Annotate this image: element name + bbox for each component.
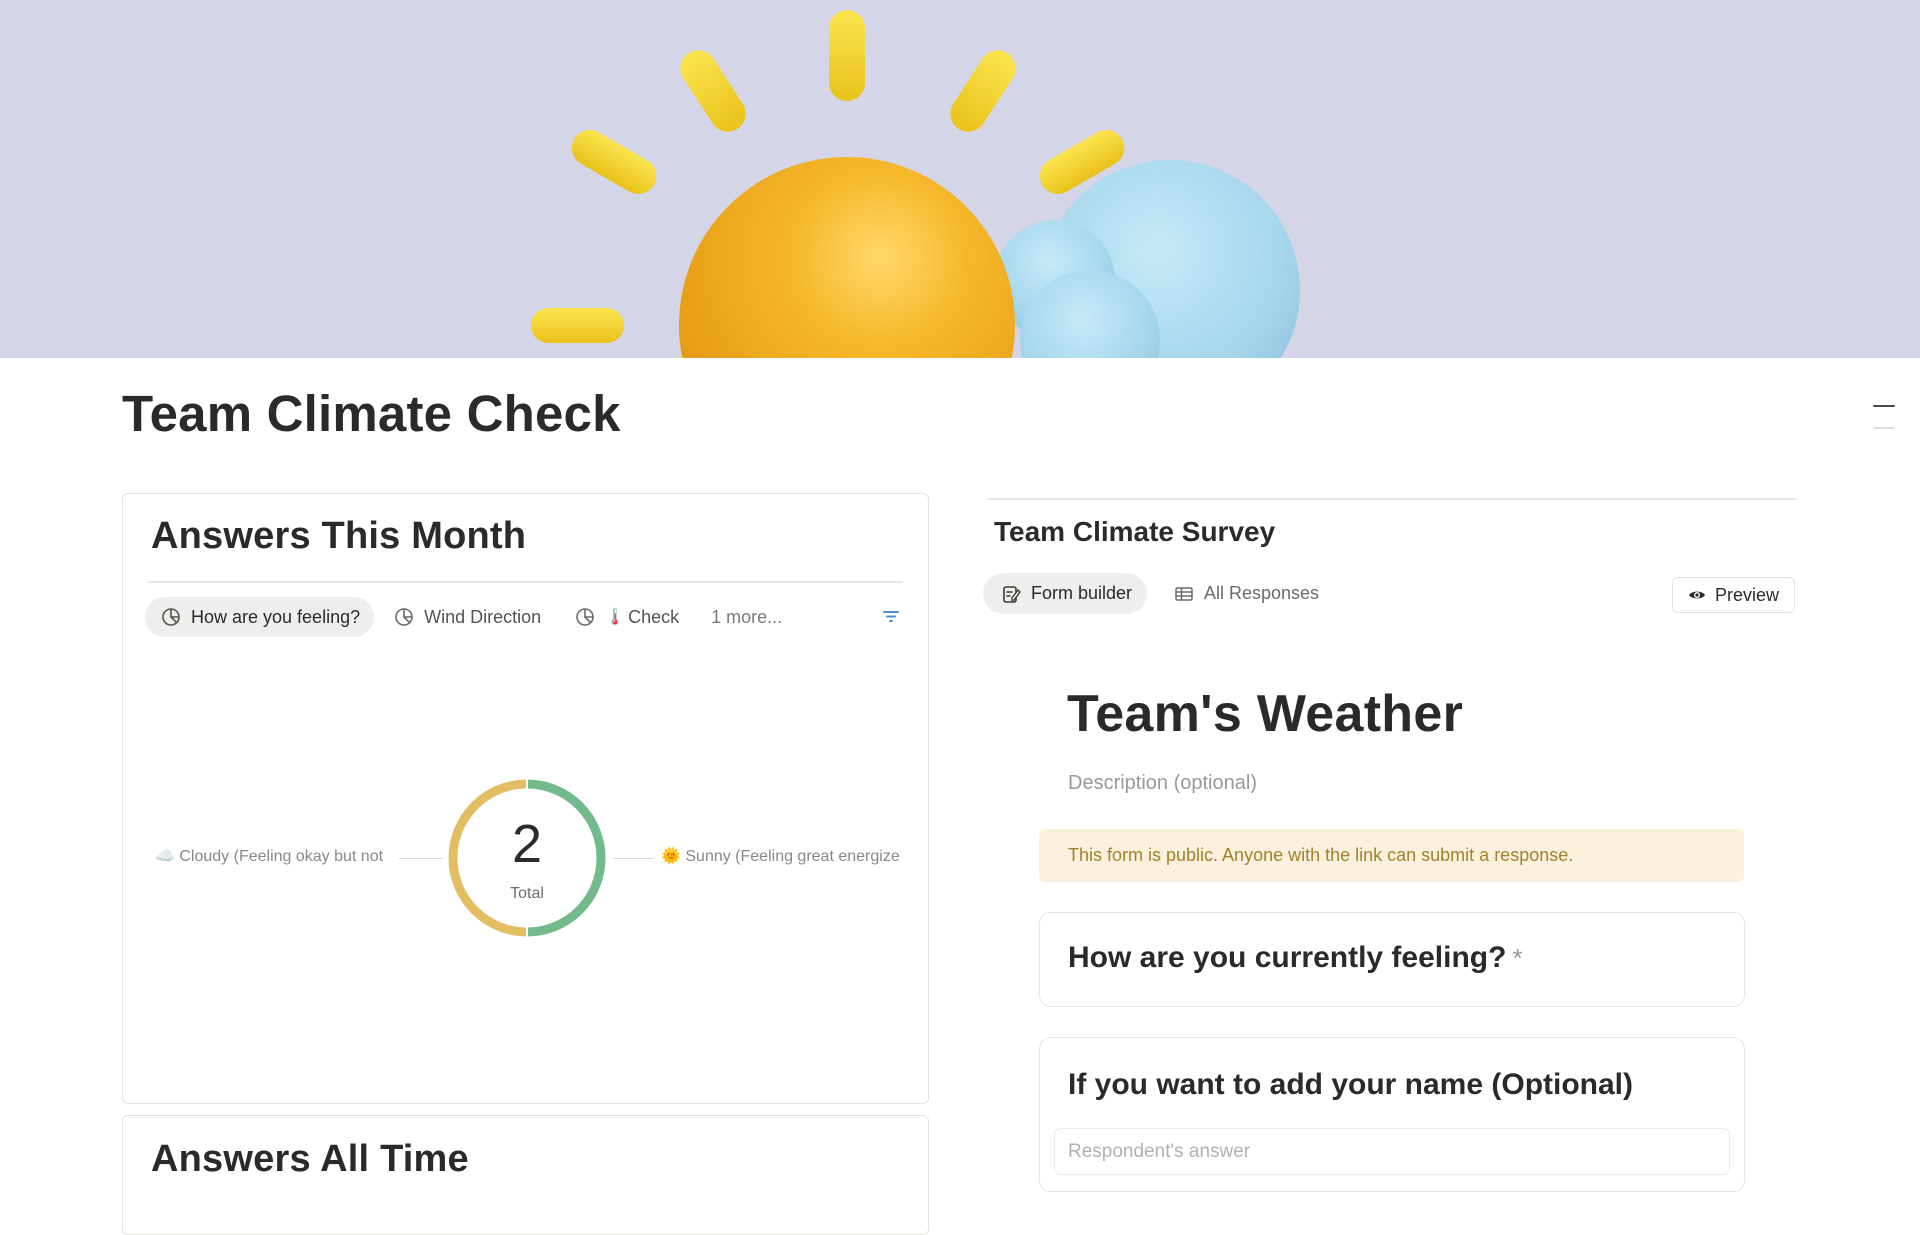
question-title: If you want to add your name (Optional) <box>1068 1068 1634 1101</box>
eye-icon <box>1688 591 1705 599</box>
slice-label-cloudy: ☁️ Cloudy (Feeling okay but not <box>155 848 384 865</box>
cover-image <box>0 0 1920 358</box>
pie-chart-icon <box>395 608 413 626</box>
donut-chart: 2 Total <box>446 777 608 939</box>
divider <box>148 581 903 583</box>
question-card[interactable]: If you want to add your name (Optional) <box>1039 1037 1745 1192</box>
form-edit-icon <box>1003 585 1021 603</box>
preview-label: Preview <box>1714 584 1780 605</box>
tab-label: Form builder <box>1031 583 1133 603</box>
card-title: Answers All Time <box>151 1138 469 1180</box>
pie-chart-icon <box>162 608 180 626</box>
tab-label: How are you feeling? <box>191 606 361 627</box>
table-of-contents-icon[interactable] <box>1873 405 1895 429</box>
pie-chart-icon <box>576 608 594 626</box>
divider <box>988 498 1796 500</box>
card-title: Answers This Month <box>151 515 527 557</box>
question-text: How are you currently feeling? <box>1068 941 1507 974</box>
question-title: How are you currently feeling? * <box>1068 941 1523 975</box>
required-mark: * <box>1512 943 1523 973</box>
donut-total-value: 2 <box>511 814 543 874</box>
form-description-field[interactable]: Description (optional) <box>1068 772 1257 795</box>
leader-line-left <box>399 858 443 859</box>
sun-cloud-illustration <box>531 10 1300 358</box>
respondent-answer-input[interactable] <box>1054 1128 1730 1175</box>
more-tabs-link[interactable]: 1 more... <box>697 597 796 637</box>
table-icon <box>1175 586 1193 601</box>
tab-label: Wind Direction <box>424 606 542 627</box>
chart-view-tabs: How are you feeling? Wind Direction 🌡️ C… <box>145 597 796 637</box>
tab-wind-direction[interactable]: Wind Direction <box>378 597 555 637</box>
sun-shape <box>679 157 1015 358</box>
slice-label-sunny: 🌞 Sunny (Feeling great energize <box>661 848 900 865</box>
tab-label: Check <box>628 606 680 627</box>
preview-button[interactable]: Preview <box>1672 577 1795 613</box>
thermometer-icon: 🌡️ <box>605 609 626 626</box>
tab-all-responses[interactable]: All Responses <box>1156 573 1334 614</box>
tab-form-builder[interactable]: Form builder <box>983 573 1148 614</box>
cloud-shape <box>995 160 1300 358</box>
question-card[interactable]: How are you currently feeling? * <box>1039 912 1745 1007</box>
survey-title: Team Climate Survey <box>994 516 1276 547</box>
page-title: Team Climate Check <box>122 385 621 442</box>
donut-total-label: Total <box>510 885 544 902</box>
public-form-notice: This form is public. Anyone with the lin… <box>1039 829 1744 882</box>
tab-how-are-you-feeling[interactable]: How are you feeling? <box>145 597 375 637</box>
filter-icon[interactable] <box>882 608 900 624</box>
form-title[interactable]: Team's Weather <box>1067 684 1463 744</box>
leader-line-right <box>613 858 653 859</box>
answers-all-time-card: Answers All Time <box>122 1115 929 1235</box>
tab-check[interactable]: 🌡️ Check <box>559 597 693 637</box>
answers-this-month-card: Answers This Month How are you feeling? … <box>122 493 929 1104</box>
tab-label: All Responses <box>1204 583 1320 603</box>
